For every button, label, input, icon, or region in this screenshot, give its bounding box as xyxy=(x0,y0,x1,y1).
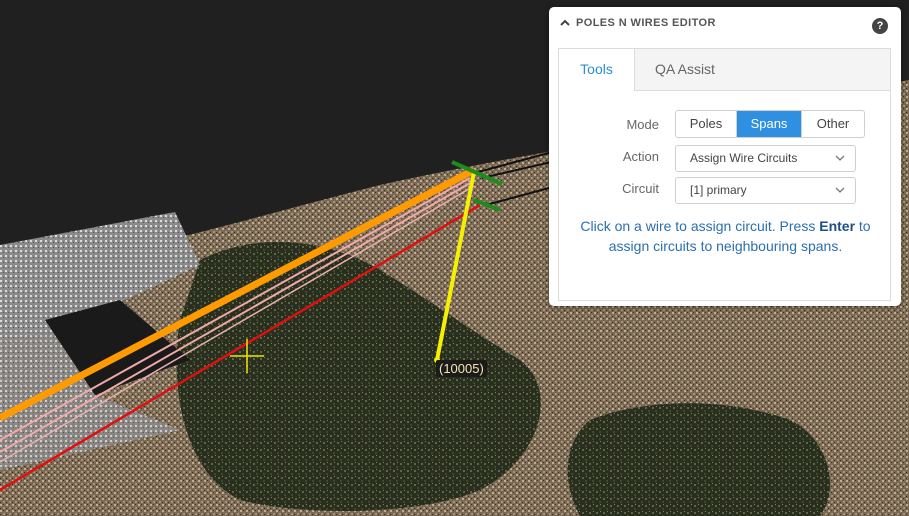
mode-spans-button[interactable]: Spans xyxy=(737,111,801,137)
instructions-text: Click on a wire to assign circuit. Press… xyxy=(579,217,872,256)
panel-body: Tools QA Assist Mode Poles Spans Other A… xyxy=(558,48,891,301)
mode-poles-button[interactable]: Poles xyxy=(676,111,737,137)
action-select[interactable]: Assign Wire Circuits xyxy=(675,145,856,172)
circuit-select-value: [1] primary xyxy=(690,183,747,197)
help-icon[interactable]: ? xyxy=(872,18,888,34)
mode-segmented-control: Poles Spans Other xyxy=(675,110,865,138)
instructions-before: Click on a wire to assign circuit. Press xyxy=(580,218,816,234)
action-label: Action xyxy=(622,149,659,164)
chevron-down-icon xyxy=(835,187,845,193)
tab-tools[interactable]: Tools xyxy=(559,49,635,91)
action-select-value: Assign Wire Circuits xyxy=(690,151,798,165)
pole-id-label: (10005) xyxy=(436,360,487,377)
poles-wires-editor-panel: POLES N WIRES EDITOR ? Tools QA Assist M… xyxy=(549,7,901,306)
panel-title: POLES N WIRES EDITOR xyxy=(576,17,716,29)
instructions-key: Enter xyxy=(819,218,856,234)
mode-other-button[interactable]: Other xyxy=(801,111,864,137)
panel-header: POLES N WIRES EDITOR ? xyxy=(549,7,901,41)
chevron-up-icon[interactable] xyxy=(559,17,571,29)
mode-label: Mode xyxy=(626,117,659,132)
circuit-label: Circuit xyxy=(622,181,659,196)
tab-qa-assist[interactable]: QA Assist xyxy=(635,49,735,90)
tab-bar: Tools QA Assist xyxy=(559,49,890,91)
chevron-down-icon xyxy=(835,155,845,161)
circuit-select[interactable]: [1] primary xyxy=(675,177,856,204)
